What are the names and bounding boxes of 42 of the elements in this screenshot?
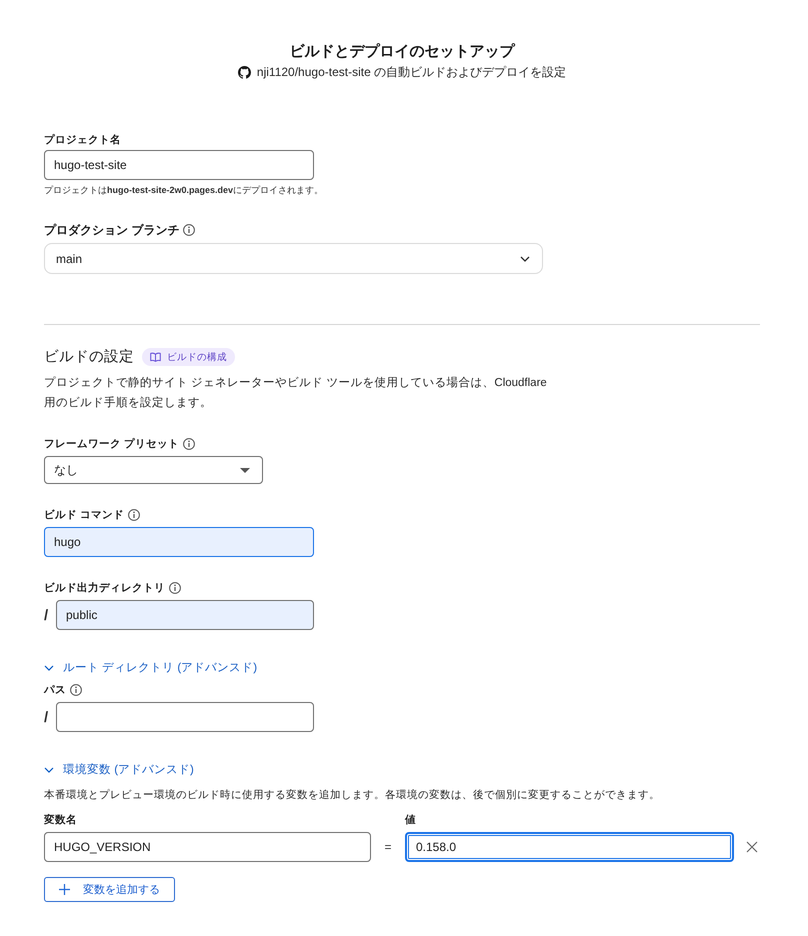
chevron-down-icon [44,665,54,671]
build-config-link[interactable]: ビルドの構成 [142,348,235,366]
advanced-toggle[interactable]: ルート ディレクトリ (アドバンスド) [44,660,258,676]
command-field[interactable]: hugo [44,527,314,557]
directory-field[interactable]: public [56,600,314,630]
close-icon[interactable] [746,841,758,853]
info-icon[interactable] [128,509,140,521]
info-icon[interactable] [169,582,181,594]
chevron-down-icon [520,256,530,262]
advanced-toggle[interactable]: 環境変数 (アドバンスド) [44,762,194,778]
branch-select[interactable]: main [44,243,543,274]
info-icon[interactable] [183,224,196,236]
equals-sign: = [383,840,392,854]
project-name-field[interactable]: hugo-test-site [44,150,314,180]
github-icon [238,66,251,78]
plus-icon [59,884,70,895]
page-title: ビルドとデプロイのセットアップ [290,42,514,62]
env-description: 本番環境とプレビュー環境のビルド時に使用する変数を追加します。各環境の変数は、後で個別に変更することができます。 [44,788,660,802]
field-label: プロジェクト名 [44,133,121,147]
path-field[interactable] [56,702,314,732]
info-icon[interactable] [70,684,82,696]
deploy-url-hint: プロジェクトはhugo-test-site-2w0.pages.devにデプロイされます。 [44,184,324,197]
field-label: ビルド コマンド [44,508,124,522]
field-label: ビルド出力ディレクトリ [44,581,165,595]
repo-subtitle: nji1120/hugo-test-site の自動ビルドおよびデプロイを設定 [256,64,566,81]
book-icon [150,352,161,362]
column-label: 変数名 [44,813,78,827]
path-prefix: / [44,708,50,726]
field-label: プロダクション ブランチ [44,222,180,238]
caret-down-icon [240,468,250,472]
path-prefix: / [44,606,50,624]
field-label: パス [44,683,66,697]
chevron-down-icon [44,767,54,773]
build-settings-title: ビルドの設定 [44,348,134,367]
build-description: プロジェクトで静的サイト ジェネレーターやビルド ツールを使用している場合は、Cloudflare 用のビルド手順を設定します。 [44,375,548,411]
preset-select[interactable]: なし [44,456,263,484]
column-label: 値 [405,813,417,827]
add-variable-button[interactable]: 変数を追加する [44,877,175,902]
variable-value-field[interactable]: 0.158.0 [405,832,734,862]
variable-name-field[interactable]: HUGO_VERSION [44,832,371,862]
info-icon[interactable] [182,438,195,450]
field-label: フレームワーク プリセット [44,437,179,451]
